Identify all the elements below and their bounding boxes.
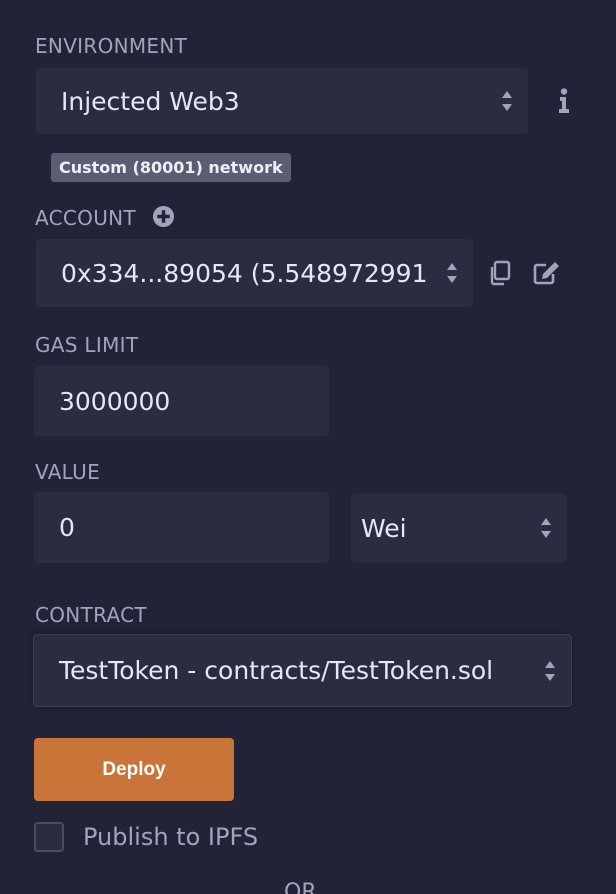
environment-select-value: Injected Web3 — [61, 86, 240, 116]
plus-circle-icon[interactable] — [150, 203, 176, 229]
deploy-run-panel: ENVIRONMENT Injected Web3 Custom (80001)… — [0, 0, 616, 894]
deploy-button[interactable]: Deploy — [34, 738, 234, 801]
select-arrows-icon — [447, 263, 457, 283]
gas-limit-input[interactable]: 3000000 — [34, 366, 329, 436]
info-icon[interactable] — [550, 87, 578, 115]
value-amount-input[interactable]: 0 — [34, 492, 329, 563]
select-arrows-icon — [545, 660, 555, 681]
select-arrows-icon — [502, 91, 512, 111]
or-divider-label: OR — [284, 880, 317, 894]
contract-label: CONTRACT — [35, 603, 147, 627]
value-unit: Wei — [361, 513, 407, 543]
publish-ipfs-label: Publish to IPFS — [83, 823, 259, 851]
account-select[interactable]: 0x334...89054 (5.54897299128 ether) — [36, 239, 473, 307]
select-arrows-icon — [541, 518, 551, 538]
network-badge: Custom (80001) network — [51, 153, 291, 182]
gas-limit-label: GAS LIMIT — [35, 333, 139, 357]
environment-select[interactable]: Injected Web3 — [36, 68, 528, 134]
account-label: ACCOUNT — [35, 206, 136, 230]
value-unit-select[interactable]: Wei — [351, 494, 567, 562]
environment-label: ENVIRONMENT — [35, 34, 188, 58]
edit-icon[interactable] — [533, 259, 561, 287]
contract-select-value: TestToken - contracts/TestToken.sol — [59, 656, 494, 685]
gas-limit-value: 3000000 — [59, 386, 171, 416]
contract-select[interactable]: TestToken - contracts/TestToken.sol — [33, 634, 572, 707]
copy-icon[interactable] — [486, 259, 514, 287]
publish-ipfs-checkbox[interactable] — [34, 822, 64, 852]
value-label: VALUE — [35, 460, 101, 484]
account-select-value: 0x334...89054 (5.54897299128 ether) — [61, 258, 428, 288]
value-amount: 0 — [59, 513, 75, 542]
